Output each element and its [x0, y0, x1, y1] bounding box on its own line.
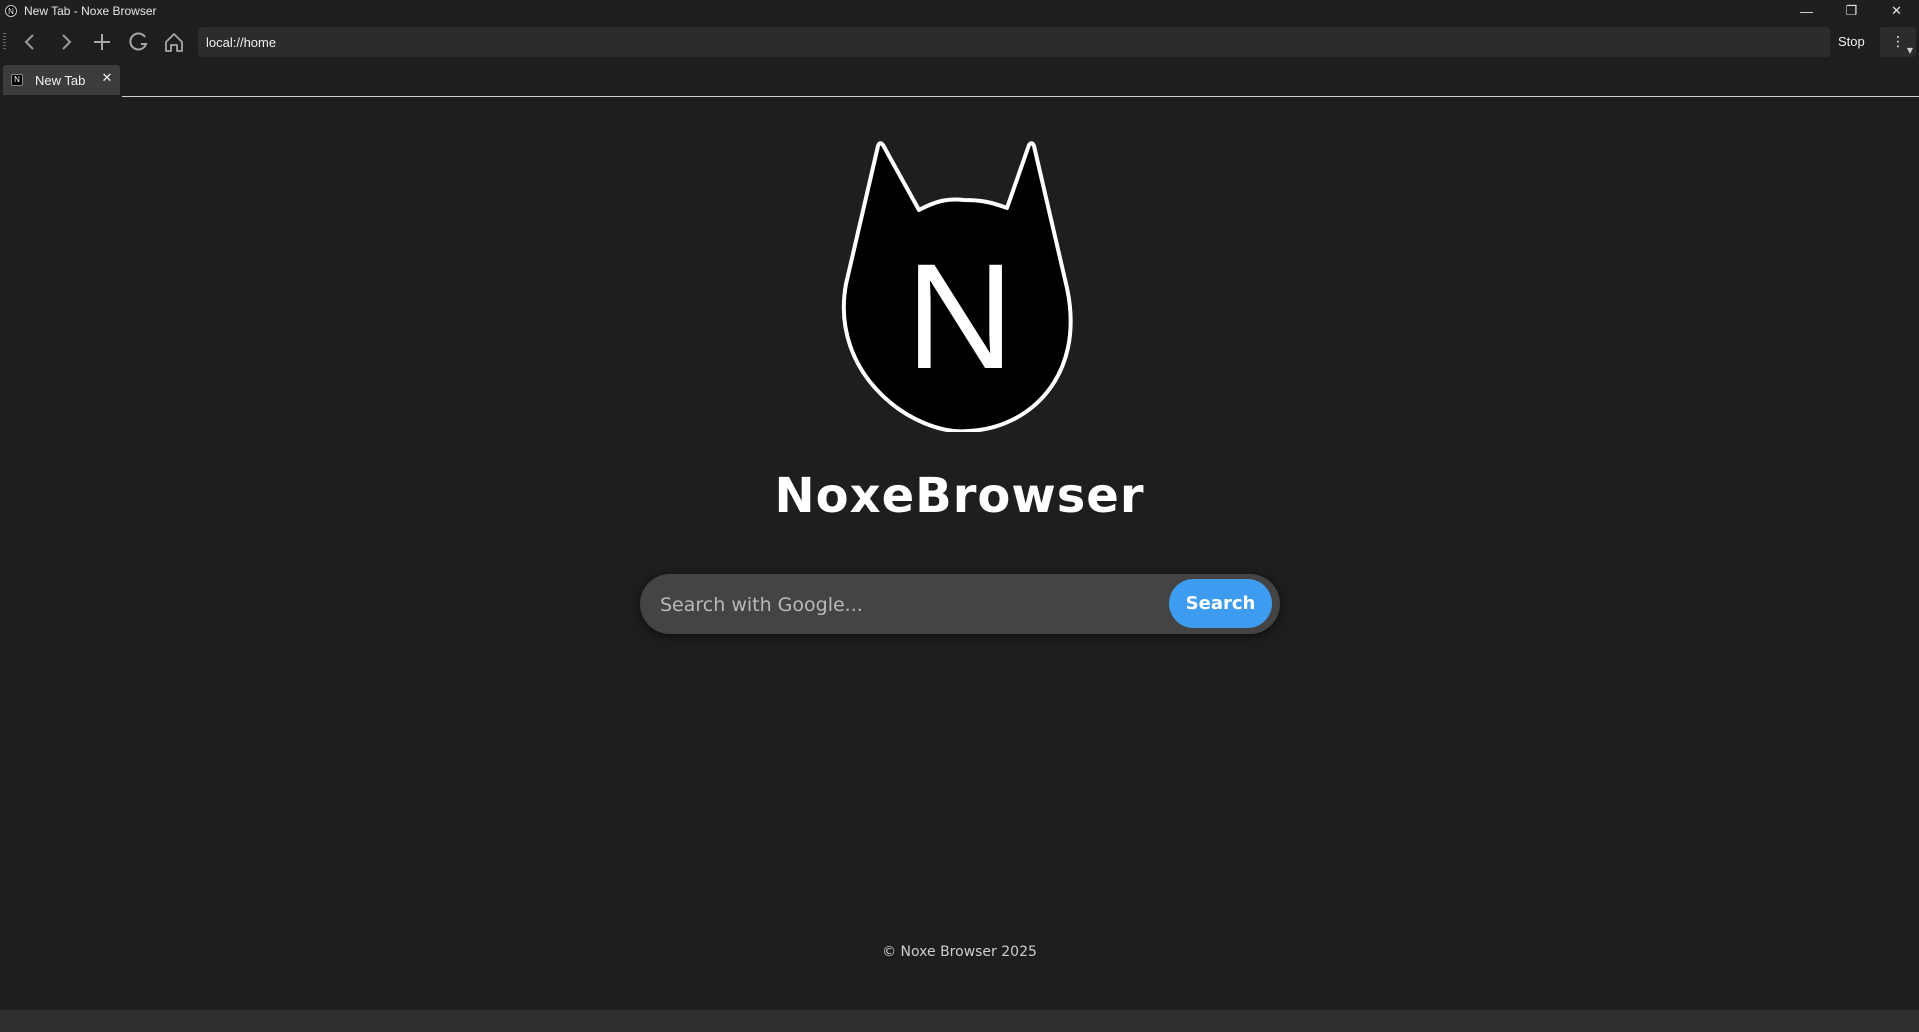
reload-button[interactable] [123, 27, 153, 57]
status-bar [0, 1010, 1919, 1032]
caret-down-icon: ▼ [1906, 46, 1913, 55]
more-vertical-icon: ⋮ [1891, 34, 1905, 50]
back-button[interactable] [15, 27, 45, 57]
close-window-button[interactable]: ✕ [1874, 0, 1919, 22]
cat-logo-icon: N [841, 141, 1073, 432]
window-controls: — ❐ ✕ [1784, 0, 1919, 22]
search-bar: Search [640, 574, 1280, 634]
brand-title: NoxeBrowser [774, 468, 1145, 524]
restore-button[interactable]: ❐ [1829, 0, 1874, 22]
minimize-button[interactable]: — [1784, 0, 1829, 22]
tab-favicon-icon: N [11, 74, 23, 86]
reload-icon [129, 32, 148, 51]
search-button[interactable]: Search [1169, 579, 1272, 628]
tab-close-button[interactable]: ✕ [100, 72, 114, 86]
app-icon: N [5, 5, 17, 17]
new-tab-button[interactable] [87, 27, 117, 57]
tab-strip-divider [122, 96, 1919, 97]
forward-button[interactable] [51, 27, 81, 57]
menu-button[interactable]: ⋮ ▼ [1880, 27, 1916, 57]
page-content: N NoxeBrowser Search © Noxe Browser 2025 [0, 98, 1919, 1010]
tab-label: New Tab [35, 72, 86, 88]
chevron-right-icon [62, 34, 72, 50]
chevron-left-icon [24, 34, 34, 50]
tab-new-tab[interactable]: N New Tab ✕ [3, 65, 120, 95]
stop-button[interactable]: Stop [1838, 30, 1865, 54]
window-titlebar: N New Tab - Noxe Browser — ❐ ✕ [0, 0, 1919, 22]
home-icon [165, 33, 183, 52]
navigation-toolbar: Stop ⋮ ▼ [0, 22, 1919, 62]
tab-strip: N New Tab ✕ [0, 62, 1919, 98]
home-button[interactable] [159, 27, 189, 57]
toolbar-grip[interactable] [3, 33, 6, 51]
plus-icon [94, 34, 110, 50]
window-title: New Tab - Noxe Browser [24, 4, 157, 18]
address-bar[interactable] [198, 27, 1830, 57]
logo-letter: N [906, 232, 1014, 400]
footer-copyright: © Noxe Browser 2025 [882, 944, 1037, 960]
search-input[interactable] [658, 588, 1142, 622]
